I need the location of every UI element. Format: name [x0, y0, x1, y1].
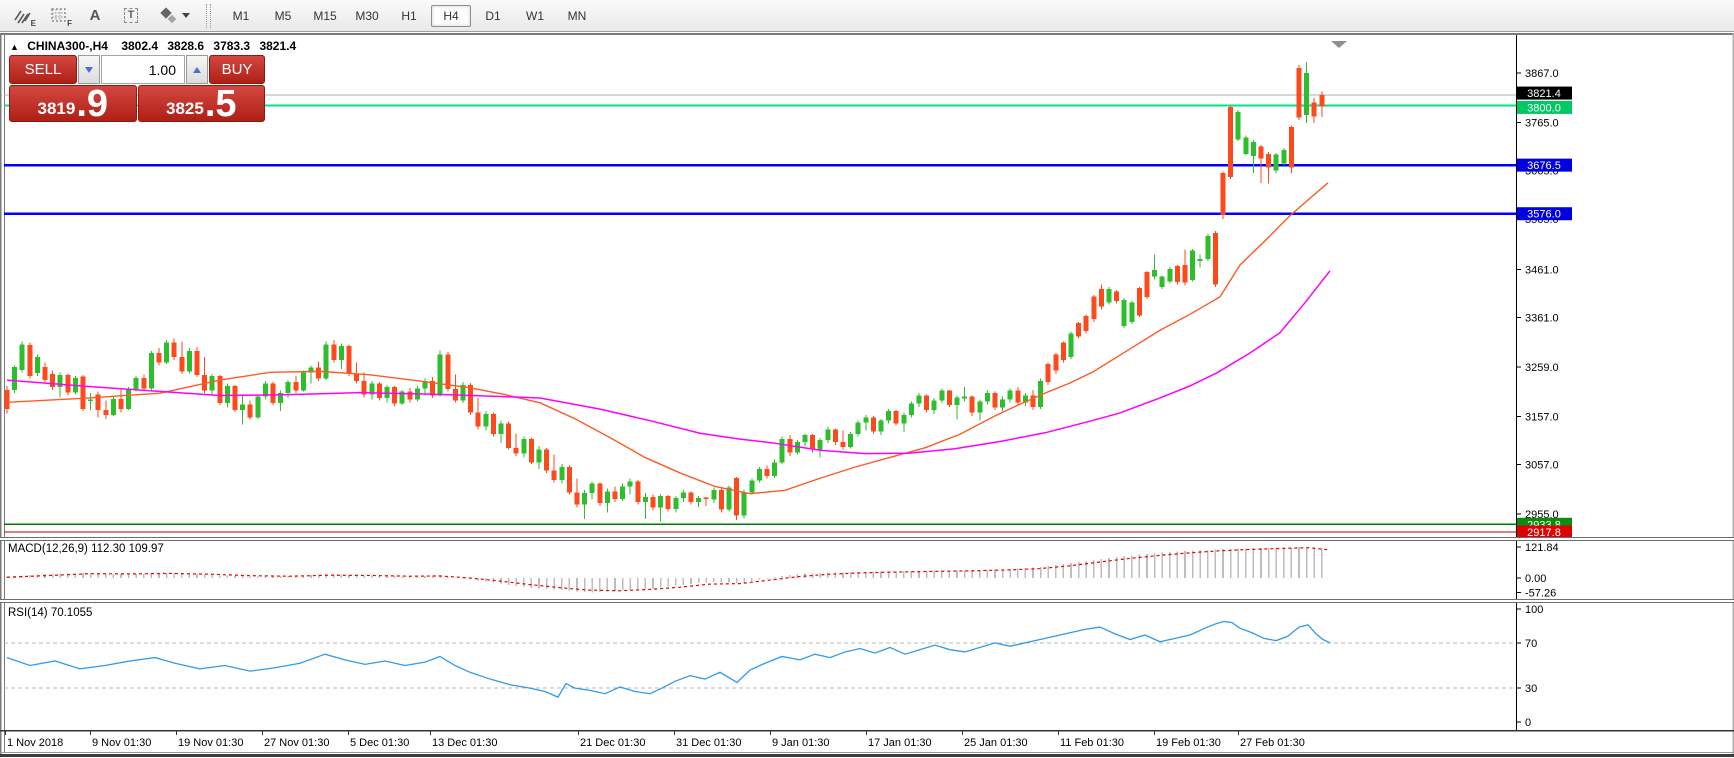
timeframe-button-h4[interactable]: H4 [431, 5, 471, 27]
timeframe-button-w1[interactable]: W1 [515, 5, 555, 27]
candles [5, 62, 1325, 521]
svg-text:3676.5: 3676.5 [1527, 160, 1561, 172]
sell-price-main: 3819 [37, 99, 75, 119]
svg-text:9 Jan 01:30: 9 Jan 01:30 [772, 737, 830, 749]
svg-text:3821.4: 3821.4 [1527, 88, 1561, 100]
triangle-up-icon [193, 67, 201, 73]
time-axis[interactable]: 1 Nov 2018 9 Nov 01:30 19 Nov 01:30 27 Nov … [0, 731, 1734, 757]
svg-text:3867.0: 3867.0 [1525, 68, 1559, 80]
svg-text:3576.0: 3576.0 [1527, 209, 1561, 221]
svg-text:-57.26: -57.26 [1525, 588, 1556, 600]
svg-text:0: 0 [1525, 717, 1531, 729]
svg-text:21 Dec 01:30: 21 Dec 01:30 [580, 737, 645, 749]
shapes-dropdown-icon[interactable] [152, 3, 194, 29]
bid-price-badge: 3821.4 [1517, 87, 1572, 101]
buy-price-big: .5 [205, 89, 237, 119]
price-axis[interactable]: 3867.03765.03665.03565.03461.03361.03259… [1516, 35, 1559, 730]
icon-letter: T [124, 8, 139, 23]
high-value: 3828.6 [167, 39, 204, 53]
svg-text:19 Feb 01:30: 19 Feb 01:30 [1156, 737, 1221, 749]
text-box-icon[interactable]: T [116, 3, 146, 29]
buy-button[interactable]: BUY [209, 55, 265, 84]
timeframe-button-h1[interactable]: H1 [389, 5, 429, 27]
indicator-hatch-icon[interactable]: E [8, 3, 38, 29]
timeframe-button-m30[interactable]: M30 [347, 5, 387, 27]
svg-text:1 Nov 2018: 1 Nov 2018 [7, 737, 63, 749]
toolbar-separator [206, 4, 211, 28]
svg-text:11 Feb 01:30: 11 Feb 01:30 [1060, 737, 1124, 749]
icon-sub-letter: F [67, 19, 72, 28]
volume-increase-button[interactable] [186, 55, 208, 84]
svg-text:RSI(14) 70.1055: RSI(14) 70.1055 [8, 607, 92, 619]
timeframe-button-m1[interactable]: M1 [221, 5, 261, 27]
buy-price-main: 3825 [166, 99, 204, 119]
volume-input[interactable] [101, 55, 185, 84]
svg-text:3361.0: 3361.0 [1525, 313, 1559, 325]
timeframe-button-m5[interactable]: M5 [263, 5, 303, 27]
svg-text:121.84: 121.84 [1525, 542, 1559, 554]
svg-text:25 Jan 01:30: 25 Jan 01:30 [964, 737, 1028, 749]
open-value: 3802.4 [121, 39, 158, 53]
chart-shift-marker-icon[interactable] [1331, 41, 1347, 48]
icon-sub-letter: E [31, 19, 36, 28]
collapse-arrow-icon[interactable]: ▲ [10, 42, 19, 52]
ma-fast-line [7, 183, 1328, 494]
svg-text:70: 70 [1525, 638, 1537, 650]
ma-slow-line [7, 271, 1330, 454]
svg-text:3461.0: 3461.0 [1525, 264, 1559, 276]
symbol-label: CHINA300-,H4 [27, 39, 108, 53]
low-value: 3783.3 [213, 39, 250, 53]
timeframe-button-d1[interactable]: D1 [473, 5, 513, 27]
svg-text:3800.0: 3800.0 [1527, 102, 1561, 114]
svg-text:0.00: 0.00 [1525, 573, 1546, 585]
svg-text:27 Nov 01:30: 27 Nov 01:30 [264, 737, 329, 749]
svg-text:31 Dec 01:30: 31 Dec 01:30 [676, 737, 741, 749]
icon-letter: A [90, 7, 101, 24]
svg-text:MACD(12,26,9) 112.30 109.97: MACD(12,26,9) 112.30 109.97 [8, 543, 164, 555]
buy-price-display[interactable]: 3825.5 [138, 85, 266, 122]
timeframe-button-mn[interactable]: MN [557, 5, 597, 27]
sell-price-display[interactable]: 3819.9 [9, 85, 137, 122]
ohlc-values: 3802.4 3828.6 3783.3 3821.4 [121, 39, 302, 53]
volume-decrease-button[interactable] [78, 55, 100, 84]
one-click-trade-panel: SELL BUY 3819.9 3825.5 [9, 55, 265, 122]
sell-price-big: .9 [76, 89, 108, 119]
svg-text:100: 100 [1525, 604, 1543, 616]
sell-button[interactable]: SELL [9, 55, 77, 84]
triangle-down-icon [85, 67, 93, 73]
svg-text:3259.0: 3259.0 [1525, 362, 1559, 374]
pane-separators[interactable] [0, 537, 1734, 603]
macd-pane[interactable]: MACD(12,26,9) 112.30 109.97 121.84 0.00 -57… [6, 542, 1558, 600]
svg-text:5 Dec 01:30: 5 Dec 01:30 [350, 737, 409, 749]
svg-text:19 Nov 01:30: 19 Nov 01:30 [178, 737, 243, 749]
chart-title: ▲ CHINA300-,H4 3802.4 3828.6 3783.3 3821… [10, 39, 302, 53]
svg-text:30: 30 [1525, 683, 1537, 695]
timeframe-group: M1M5M15M30H1H4D1W1MN [221, 5, 599, 27]
timeframe-button-m15[interactable]: M15 [305, 5, 345, 27]
grid-pattern-icon[interactable]: F [44, 3, 74, 29]
svg-text:27 Feb 01:30: 27 Feb 01:30 [1240, 737, 1305, 749]
rsi-pane[interactable]: RSI(14) 70.1055 100 70 30 0 [0, 604, 1734, 731]
svg-text:9 Nov 01:30: 9 Nov 01:30 [92, 737, 151, 749]
svg-text:3765.0: 3765.0 [1525, 117, 1559, 129]
svg-text:3157.0: 3157.0 [1525, 411, 1559, 423]
text-label-icon[interactable]: A [80, 3, 110, 29]
close-value: 3821.4 [259, 39, 296, 53]
svg-text:13 Dec 01:30: 13 Dec 01:30 [432, 737, 497, 749]
svg-text:3057.0: 3057.0 [1525, 460, 1559, 472]
chevron-down-icon [182, 13, 190, 18]
main-toolbar: E F A T M1M5M15M30H1H4D1W1MN [0, 0, 1734, 32]
svg-text:17 Jan 01:30: 17 Jan 01:30 [868, 737, 932, 749]
